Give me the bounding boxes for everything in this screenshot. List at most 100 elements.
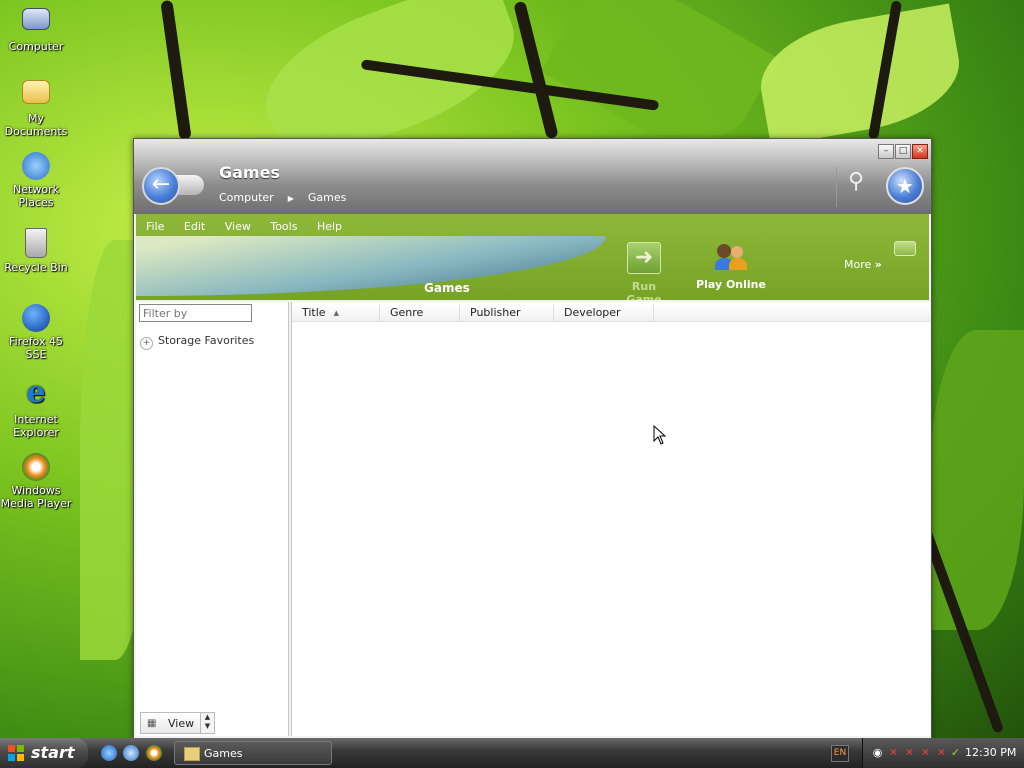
- sort-ascending-icon: ▲: [333, 309, 339, 317]
- run-game-label: Run Game: [626, 280, 662, 300]
- menu-tools[interactable]: Tools: [270, 220, 297, 233]
- desktop-icon-label: Firefox 45 SSE: [9, 335, 63, 361]
- tray-network-disconnected-icon[interactable]: ✕: [887, 746, 900, 759]
- search-icon: ⚲: [848, 169, 865, 194]
- close-icon: ✕: [916, 146, 924, 156]
- column-publisher[interactable]: Publisher: [460, 304, 554, 321]
- column-label: Developer: [564, 306, 621, 319]
- desktop-icon-internet-explorer[interactable]: e Internet Explorer: [0, 375, 72, 440]
- firefox-icon: [22, 304, 50, 332]
- breadcrumb-chevron-icon: ▶: [287, 194, 294, 203]
- media-player-icon: [22, 453, 50, 481]
- quicklaunch-media-player-icon[interactable]: [146, 745, 162, 761]
- column-label: Publisher: [470, 306, 521, 319]
- expand-plus-icon[interactable]: +: [140, 337, 153, 350]
- view-spinner[interactable]: ▲ ▼: [200, 712, 215, 734]
- games-list: Title ▲ Genre Publisher Developer: [291, 302, 930, 736]
- column-developer[interactable]: Developer: [554, 304, 654, 321]
- desktop-icon-network-places[interactable]: Network Places: [0, 152, 72, 209]
- games-folder-icon: [184, 747, 200, 761]
- menu-file[interactable]: File: [146, 220, 164, 233]
- mouse-cursor-icon: [653, 425, 667, 445]
- minimize-icon: –: [883, 146, 889, 156]
- quicklaunch-ie-icon[interactable]: [101, 745, 117, 761]
- start-button[interactable]: start: [0, 738, 88, 768]
- tree-item-storage-favorites[interactable]: + Storage Favorites: [140, 334, 254, 350]
- clock[interactable]: 12:30 PM: [965, 746, 1016, 759]
- language-indicator[interactable]: EN: [831, 745, 849, 762]
- close-button[interactable]: ✕: [912, 144, 928, 159]
- breadcrumb-games[interactable]: Games: [308, 191, 346, 204]
- star-icon: ★: [896, 174, 914, 198]
- tray-network-disconnected-icon-3[interactable]: ✕: [919, 746, 932, 759]
- menu-help[interactable]: Help: [317, 220, 342, 233]
- toolbar-divider: [836, 167, 837, 207]
- banner-swoosh: [136, 236, 606, 296]
- desktop-icon-my-documents[interactable]: My Documents: [0, 80, 72, 138]
- column-title[interactable]: Title ▲: [292, 304, 380, 321]
- column-genre[interactable]: Genre: [380, 304, 460, 321]
- tray-safely-remove-icon[interactable]: ✓: [949, 746, 962, 759]
- games-banner: File Edit View Tools Help Games ➜ Run Ga…: [136, 214, 929, 300]
- run-arrow-icon: ➜: [627, 242, 661, 274]
- tray-network-disconnected-icon-4[interactable]: ✕: [935, 746, 948, 759]
- play-online-button[interactable]: Play Online: [696, 242, 766, 291]
- desktop-icon-label: My Documents: [4, 112, 68, 138]
- window-title: Games: [219, 163, 280, 182]
- play-online-label: Play Online: [696, 278, 766, 291]
- view-grid-icon: ▦: [147, 718, 157, 729]
- column-label: Genre: [390, 306, 424, 319]
- spin-down-icon: ▼: [204, 722, 211, 730]
- menu-edit[interactable]: Edit: [184, 220, 205, 233]
- taskbar-button-games[interactable]: Games: [174, 741, 332, 765]
- view-selector[interactable]: ▦ View ▲ ▼: [140, 712, 215, 734]
- desktop-icon-label: Computer: [8, 40, 64, 53]
- tray-network-disconnected-icon-2[interactable]: ✕: [903, 746, 916, 759]
- maximize-button[interactable]: □: [895, 144, 911, 159]
- desktop-icon-label: Network Places: [13, 183, 59, 209]
- games-window: ← Games Computer ▶ Games – □ ✕ ⚲ ★ File Ed…: [133, 138, 932, 740]
- column-header-row: Title ▲ Genre Publisher Developer: [292, 304, 930, 322]
- search-button[interactable]: ⚲: [848, 169, 876, 197]
- desktop-icon-firefox[interactable]: Firefox 45 SSE: [0, 304, 72, 361]
- banner-collapse-button[interactable]: [894, 241, 916, 256]
- desktop-icon-computer[interactable]: Computer: [0, 8, 72, 53]
- quicklaunch-browser-icon[interactable]: [123, 745, 139, 761]
- back-button[interactable]: ←: [142, 167, 180, 205]
- computer-icon: [22, 8, 50, 30]
- filter-input[interactable]: [139, 304, 252, 322]
- start-label: start: [31, 743, 75, 762]
- desktop-icon-label: Internet Explorer: [13, 413, 59, 439]
- favorites-button[interactable]: ★: [886, 167, 924, 205]
- recycle-bin-icon: [25, 228, 47, 258]
- desktop-icon-windows-media-player[interactable]: Windows Media Player: [0, 453, 72, 510]
- tray-network-icon[interactable]: ◉: [871, 746, 884, 759]
- view-label: View: [168, 717, 195, 730]
- more-label: More: [844, 258, 872, 271]
- back-arrow-icon: ←: [151, 172, 171, 197]
- left-pane: + Storage Favorites ▦ View ▲▼: [136, 302, 289, 736]
- desktop-icon-label: Recycle Bin: [4, 261, 68, 274]
- double-chevron-icon: »: [874, 258, 882, 271]
- run-game-button[interactable]: ➜ Run Game: [614, 242, 674, 300]
- tree-item-label: Storage Favorites: [158, 334, 255, 347]
- more-button[interactable]: More »: [844, 258, 882, 271]
- taskbar-button-label: Games: [204, 747, 243, 760]
- menu-view[interactable]: View: [225, 220, 251, 233]
- people-icon: [715, 242, 747, 272]
- taskbar: start Games EN ◉ ✕ ✕ ✕ ✕ ✓ 12:30 PM: [0, 738, 1024, 768]
- folder-icon: [22, 80, 50, 104]
- breadcrumb-computer[interactable]: Computer: [219, 191, 274, 204]
- breadcrumb: Computer ▶ Games: [219, 191, 360, 204]
- desktop-icon-label: Windows Media Player: [0, 484, 72, 510]
- network-icon: [22, 152, 50, 180]
- internet-explorer-icon: e: [26, 375, 46, 410]
- minimize-button[interactable]: –: [878, 144, 894, 159]
- maximize-icon: □: [898, 146, 908, 156]
- title-bar[interactable]: ← Games Computer ▶ Games – □ ✕ ⚲ ★: [134, 139, 931, 214]
- column-label: Title: [302, 306, 326, 319]
- desktop-icon-recycle-bin[interactable]: Recycle Bin: [0, 228, 72, 274]
- system-tray: ◉ ✕ ✕ ✕ ✕ ✓ 12:30 PM: [862, 738, 1024, 768]
- menu-bar: File Edit View Tools Help: [146, 220, 358, 233]
- banner-title: Games: [424, 281, 470, 295]
